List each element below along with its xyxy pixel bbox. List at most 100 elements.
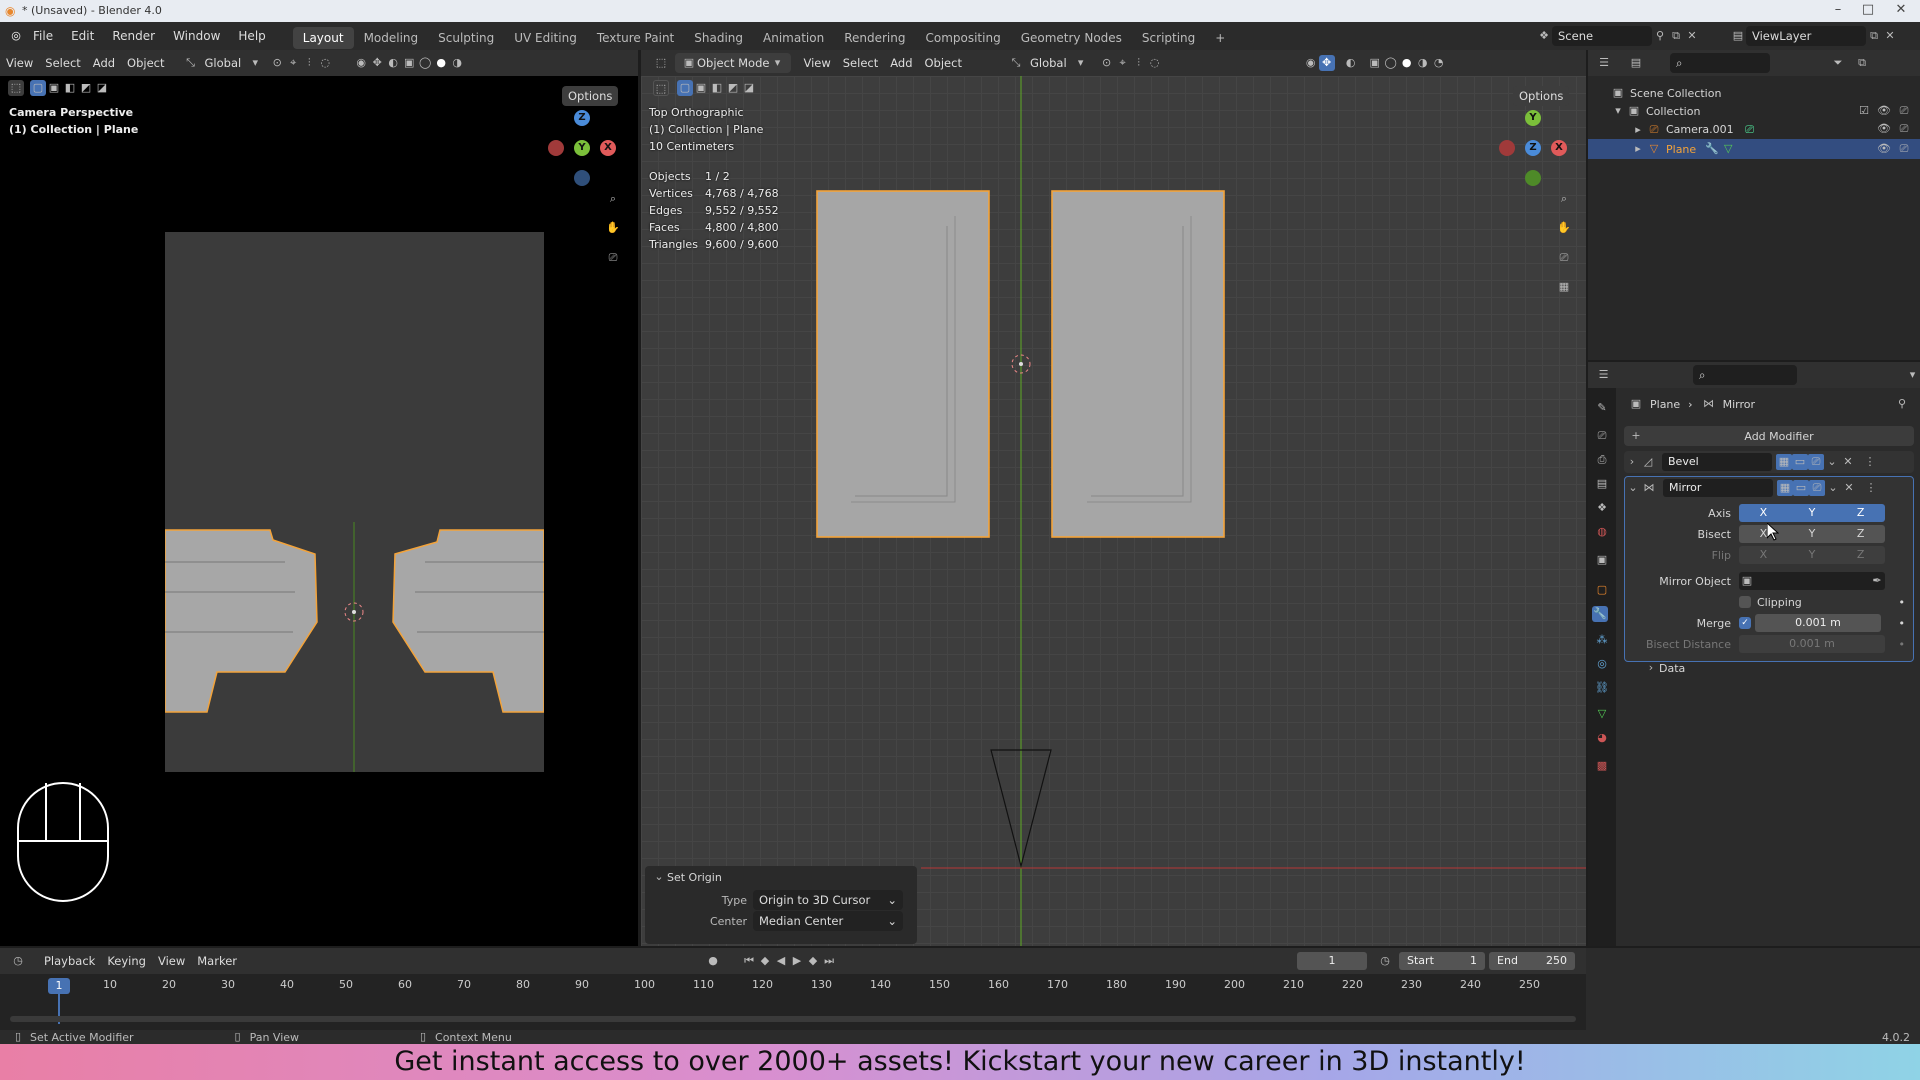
proportional-edit-icon[interactable]: ◌ [1147,55,1163,71]
tab-shading[interactable]: Shading [684,27,753,49]
remove-viewlayer-icon[interactable]: ✕ [1882,28,1898,44]
chevron-down-icon[interactable]: ⌄ [1625,480,1641,496]
left-menu-object[interactable]: Object [121,53,170,73]
material-tab-icon[interactable]: ◕ [1594,730,1610,746]
gizmo-y-icon[interactable]: Y [1525,110,1541,126]
particles-tab-icon[interactable]: ⁂ [1594,632,1610,648]
bevel-modifier-header[interactable]: › ◿ Bevel ▦ ▭ ⎚ ⌄ ✕ ⋮ [1624,451,1914,473]
add-workspace-icon[interactable]: + [1205,27,1235,49]
tab-uv-editing[interactable]: UV Editing [504,27,587,49]
filter-icon[interactable]: ⏷ [1830,55,1846,71]
scene-name[interactable]: Scene [1552,26,1652,46]
camera-render-icon[interactable]: ⎚ [1896,103,1912,119]
camera-view-icon[interactable]: ⎚ [1556,250,1572,266]
new-scene-icon[interactable]: ⧉ [1668,28,1684,44]
playhead[interactable]: 1 [48,978,70,994]
viewlayer-selector[interactable]: ▤ ViewLayer ⧉ ✕ [1730,26,1898,46]
gizmo-neg-x-icon[interactable] [548,140,564,156]
tab-rendering[interactable]: Rendering [834,27,915,49]
scene-tab-icon[interactable]: ❖ [1594,500,1610,516]
prev-keyframe-icon[interactable]: ◆ [757,953,773,969]
left-menu-view[interactable]: View [0,53,39,73]
snap-icon[interactable]: ⌖ [1115,55,1131,71]
scene-selector[interactable]: ❖ Scene ⚲ ⧉ ✕ [1536,26,1700,46]
modifier-tab-icon[interactable]: 🔧 [1592,606,1608,622]
timeline-menu-view[interactable]: View [152,951,191,971]
jump-end-icon[interactable]: ⏭ [821,953,837,969]
blender-menu-icon[interactable]: ◎ [8,28,24,44]
gizmo-neg-z-icon[interactable] [574,170,590,186]
set-origin-header[interactable]: ⌄ Set Origin [645,866,917,888]
editmode-toggle-icon[interactable]: ▦ [1776,454,1792,470]
object-tab-icon[interactable]: ▢ [1594,582,1610,598]
select-subtract-icon[interactable]: ◧ [62,80,78,96]
chevron-down-icon[interactable]: ⌄ [1825,480,1841,496]
select-intersect-icon[interactable]: ◪ [741,80,757,96]
gizmo-neg-x-icon[interactable] [1499,140,1515,156]
keyframe-dot-icon[interactable]: • [1899,596,1906,609]
left-navigation-gizmo[interactable]: Z Y X [548,110,618,190]
select-extend-icon[interactable]: ▣ [46,80,62,96]
timeline-menu-playback[interactable]: Playback [38,951,101,971]
wireframe-shading-icon[interactable]: ◯ [417,55,433,71]
mirror-modifier-header[interactable]: ⌄ ⋈ Mirror ▦ ▭ ⎚ ⌄ ✕ ⋮ [1625,477,1913,499]
outliner-plane-row[interactable]: ▸ ▽ Plane 🔧 ▽ 👁 ⎚ [1588,139,1920,159]
clock-icon[interactable]: ◷ [1377,953,1393,969]
editor-type-icon[interactable]: ☰ [1596,367,1611,383]
overlay-icon[interactable]: ◐ [1343,55,1359,71]
eyedropper-icon[interactable]: ✒ [1869,573,1885,589]
menu-edit[interactable]: Edit [62,22,103,50]
gizmo-x-icon[interactable]: X [600,140,616,156]
camera-data-icon[interactable]: ⎚ [1742,122,1758,138]
tab-sculpting[interactable]: Sculpting [428,27,504,49]
camera-viewport-canvas[interactable]: ⬚ ▢ ▣ ◧ ◩ ◪ Options Camera Perspective (… [0,76,638,946]
constraints-tab-icon[interactable]: ⛓ [1594,680,1610,696]
outliner-search-input[interactable]: ⌕ [1670,53,1770,73]
main-options-button[interactable]: Options [1513,86,1570,106]
chevron-down-icon[interactable]: ⌄ [1824,454,1840,470]
xray-icon[interactable]: ▣ [1367,55,1383,71]
menu-render[interactable]: Render [103,22,164,50]
maximize-icon[interactable]: □ [1860,2,1876,18]
end-frame-field[interactable]: End 250 [1489,952,1576,970]
axis-z-toggle[interactable]: Z [1836,504,1885,522]
chevron-down-icon[interactable]: ▾ [1610,103,1626,119]
main-menu-object[interactable]: Object [919,53,968,73]
pan-hand-icon[interactable]: ✋ [1556,220,1572,236]
chevron-right-icon[interactable]: ▸ [1630,122,1646,138]
drag-handle-icon[interactable]: ⋮ [1863,480,1879,496]
select-tool-icon[interactable]: ⬚ [653,80,669,96]
current-frame-field[interactable]: 1 [1297,952,1368,970]
checkbox-icon[interactable]: ☑ [1856,103,1872,119]
select-box-icon[interactable]: ▢ [677,80,693,96]
visibility-icon[interactable]: ◉ [353,55,369,71]
tab-compositing[interactable]: Compositing [915,27,1010,49]
chevron-right-icon[interactable]: › [1624,454,1640,470]
material-shading-icon[interactable]: ◑ [449,55,465,71]
gizmo-y-icon[interactable]: Y [574,140,590,156]
view-layer-tab-icon[interactable]: ▤ [1594,476,1610,492]
select-invert-icon[interactable]: ◩ [725,80,741,96]
select-invert-icon[interactable]: ◩ [78,80,94,96]
eye-icon[interactable]: 👁 [1876,103,1892,119]
outliner-collection-row[interactable]: ▾ ▣ Collection ☑ 👁 ⎚ [1588,102,1920,120]
origin-center-dropdown[interactable]: Median Center ⌄ [753,911,903,931]
solid-shading-icon[interactable]: ● [1399,55,1415,71]
play-icon[interactable]: ▶ [789,953,805,969]
data-tab-icon[interactable]: ▽ [1594,706,1610,722]
camera-view-icon[interactable]: ⎚ [605,250,621,266]
chevron-right-icon[interactable]: ▸ [1630,141,1646,157]
gizmo-icon[interactable]: ✥ [369,55,385,71]
rendered-shading-icon[interactable]: ◔ [1431,55,1447,71]
viewlayer-name[interactable]: ViewLayer [1746,26,1866,46]
snap-target-icon[interactable]: ⫶ [301,55,317,71]
solid-shading-icon[interactable]: ● [433,55,449,71]
new-collection-icon[interactable]: ⧉ [1854,55,1870,71]
bisect-y-toggle[interactable]: Y [1788,525,1837,543]
drag-handle-icon[interactable]: ⋮ [1862,454,1878,470]
bevel-name-field[interactable]: Bevel [1662,453,1772,471]
chevron-down-icon[interactable]: ▾ [1073,55,1089,71]
eye-icon[interactable]: 👁 [1876,141,1892,157]
mirror-name-field[interactable]: Mirror [1663,479,1773,497]
next-keyframe-icon[interactable]: ◆ [805,953,821,969]
